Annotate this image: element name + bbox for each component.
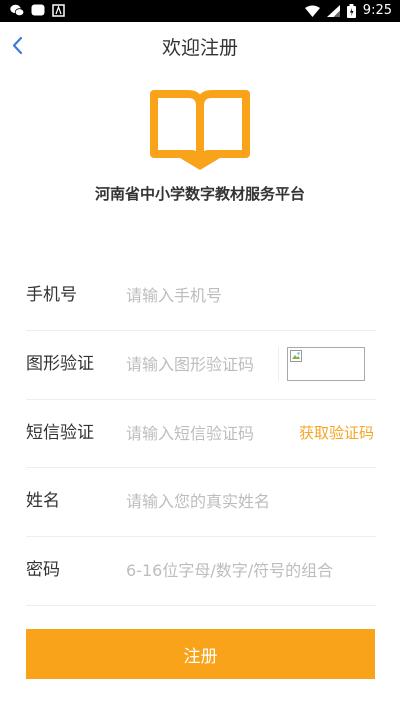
phone-label: 手机号 bbox=[26, 285, 77, 305]
battery-icon bbox=[346, 4, 356, 18]
platform-name: 河南省中小学数字教材服务平台 bbox=[94, 185, 305, 203]
sms-row: 短信验证 获取验证码 bbox=[26, 400, 376, 468]
password-row: 密码 bbox=[26, 537, 376, 606]
captcha-image[interactable] bbox=[287, 347, 365, 381]
sms-code-input[interactable] bbox=[126, 414, 276, 452]
phone-row: 手机号 bbox=[26, 262, 376, 331]
divider bbox=[278, 347, 279, 381]
name-input[interactable] bbox=[126, 482, 366, 520]
status-bar-system: 9:25 bbox=[304, 3, 392, 19]
password-label: 密码 bbox=[26, 560, 60, 580]
password-input[interactable] bbox=[126, 551, 366, 589]
get-code-button[interactable]: 获取验证码 bbox=[299, 400, 374, 468]
register-button[interactable]: 注册 bbox=[26, 629, 375, 679]
status-bar-notifications bbox=[10, 4, 66, 17]
message-icon bbox=[31, 4, 45, 16]
captcha-row: 图形验证 bbox=[26, 331, 376, 400]
signal-icon bbox=[326, 5, 340, 17]
open-book-icon bbox=[150, 90, 250, 170]
app-header: 欢迎注册 bbox=[0, 22, 400, 68]
captcha-input[interactable] bbox=[126, 345, 276, 383]
wechat-icon bbox=[10, 4, 24, 17]
wifi-icon bbox=[304, 5, 320, 17]
page-title: 欢迎注册 bbox=[161, 37, 238, 59]
captcha-label: 图形验证 bbox=[26, 354, 94, 374]
phone-input[interactable] bbox=[126, 276, 366, 314]
status-time: 9:25 bbox=[362, 3, 392, 18]
sms-label: 短信验证 bbox=[26, 423, 94, 443]
status-bar: 9:25 bbox=[0, 0, 400, 22]
broken-image-icon bbox=[290, 350, 302, 362]
app-icon bbox=[52, 4, 65, 17]
name-label: 姓名 bbox=[26, 491, 60, 511]
registration-form: 手机号 图形验证 短信验证 获取验证码 姓名 密码 bbox=[26, 262, 376, 606]
name-row: 姓名 bbox=[26, 468, 376, 537]
